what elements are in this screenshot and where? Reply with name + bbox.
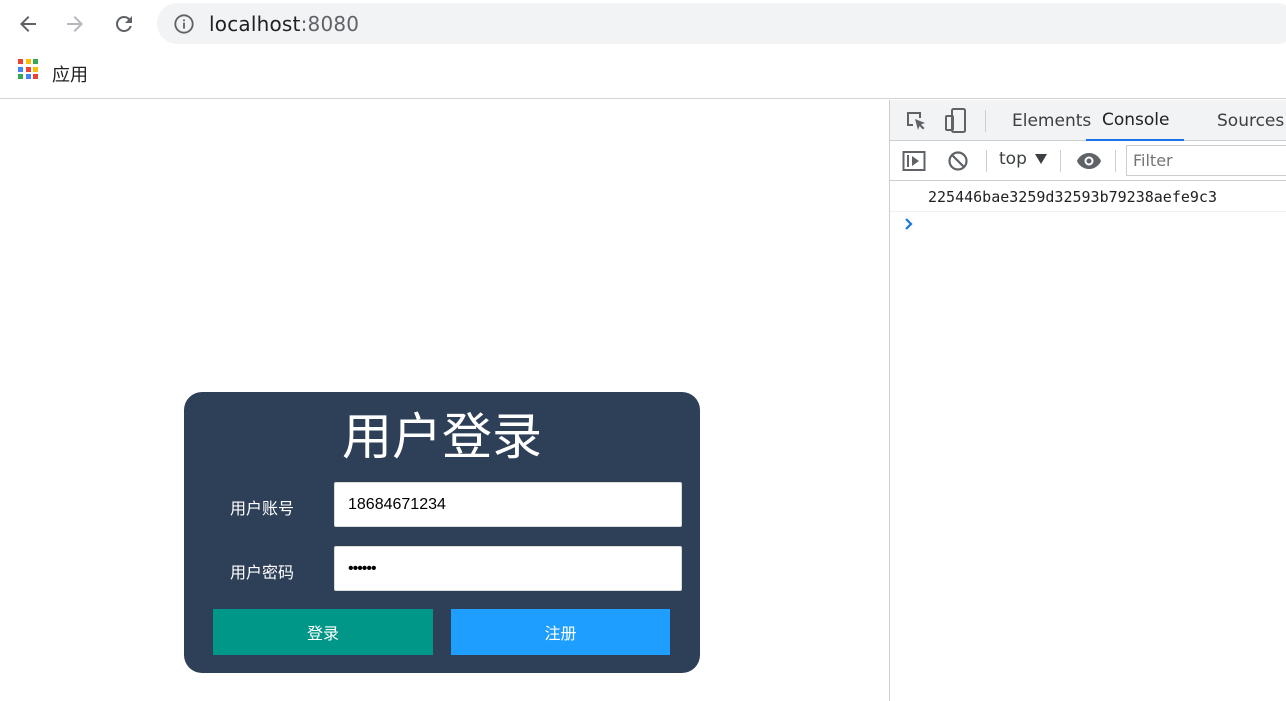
page-viewport: 用户登录 用户账号 用户密码 登录 注册 bbox=[0, 100, 889, 701]
apps-dot bbox=[18, 74, 23, 79]
dropdown-triangle-icon bbox=[1034, 154, 1047, 164]
filter-input[interactable] bbox=[1126, 145, 1286, 176]
toolbar-divider bbox=[986, 150, 987, 172]
toolbar-divider bbox=[985, 110, 986, 132]
inspect-element-button[interactable] bbox=[903, 108, 929, 134]
console-log-text: 225446bae3259d32593b79238aefe9c3 bbox=[928, 188, 1217, 206]
register-button[interactable]: 注册 bbox=[451, 609, 670, 655]
url-text: localhost:8080 bbox=[209, 12, 359, 36]
back-button[interactable] bbox=[12, 8, 44, 40]
bookmarks-bar: 应用 bbox=[0, 47, 1286, 99]
url-host: localhost bbox=[209, 12, 301, 36]
apps-dot bbox=[33, 74, 38, 79]
apps-dot bbox=[33, 66, 38, 72]
apps-dot bbox=[25, 66, 31, 72]
browser-toolbar: localhost:8080 bbox=[0, 0, 1286, 47]
info-icon[interactable] bbox=[173, 13, 195, 35]
sidebar-play-icon bbox=[902, 151, 926, 171]
console-prompt[interactable] bbox=[904, 216, 914, 235]
eye-icon bbox=[1077, 153, 1101, 169]
reload-button[interactable] bbox=[108, 8, 140, 40]
account-input[interactable] bbox=[334, 482, 682, 527]
device-icon bbox=[945, 108, 966, 133]
toolbar-divider bbox=[1115, 150, 1116, 172]
apps-dot bbox=[25, 59, 31, 64]
login-button[interactable]: 登录 bbox=[213, 609, 433, 655]
console-message: 225446bae3259d32593b79238aefe9c3 bbox=[890, 182, 1286, 212]
apps-dot bbox=[25, 74, 31, 79]
console-toolbar: top bbox=[890, 141, 1286, 181]
tab-console-label: Console bbox=[1102, 109, 1170, 130]
apps-bookmark[interactable]: 应用 bbox=[52, 61, 88, 87]
url-port: :8080 bbox=[300, 12, 360, 36]
clear-console-button[interactable] bbox=[945, 148, 971, 174]
login-title: 用户登录 bbox=[342, 408, 542, 466]
devtools-panel: Elements Console Sources top Filter 2254… bbox=[889, 100, 1286, 701]
apps-dot bbox=[18, 66, 23, 72]
back-arrow-icon bbox=[20, 16, 36, 32]
login-card: 用户登录 用户账号 用户密码 登录 注册 bbox=[184, 392, 700, 673]
live-expression-button[interactable] bbox=[1075, 148, 1103, 174]
tab-sources[interactable]: Sources bbox=[1217, 100, 1284, 141]
forward-arrow-icon bbox=[67, 16, 83, 32]
toolbar-divider bbox=[1060, 150, 1061, 172]
password-label: 用户密码 bbox=[230, 563, 295, 582]
address-bar[interactable]: localhost:8080 bbox=[157, 3, 1286, 44]
clear-icon bbox=[948, 151, 968, 171]
prompt-chevron-icon bbox=[905, 218, 913, 230]
apps-grid-icon[interactable] bbox=[18, 59, 38, 79]
context-label: top bbox=[999, 149, 1027, 169]
apps-dot bbox=[33, 59, 38, 64]
tab-console[interactable]: Console bbox=[1086, 100, 1184, 141]
password-input[interactable] bbox=[334, 546, 682, 591]
account-label: 用户账号 bbox=[230, 499, 295, 518]
forward-button[interactable] bbox=[59, 8, 91, 40]
apps-dot bbox=[18, 59, 23, 64]
device-toolbar-button[interactable] bbox=[943, 108, 969, 134]
inspect-cursor-icon bbox=[907, 112, 925, 130]
devtools-tab-bar: Elements Console Sources bbox=[890, 100, 1286, 141]
tab-elements[interactable]: Elements bbox=[1012, 100, 1091, 141]
sidebar-toggle-button[interactable] bbox=[901, 148, 927, 174]
context-select[interactable]: top bbox=[999, 149, 1047, 169]
reload-icon bbox=[115, 15, 132, 32]
